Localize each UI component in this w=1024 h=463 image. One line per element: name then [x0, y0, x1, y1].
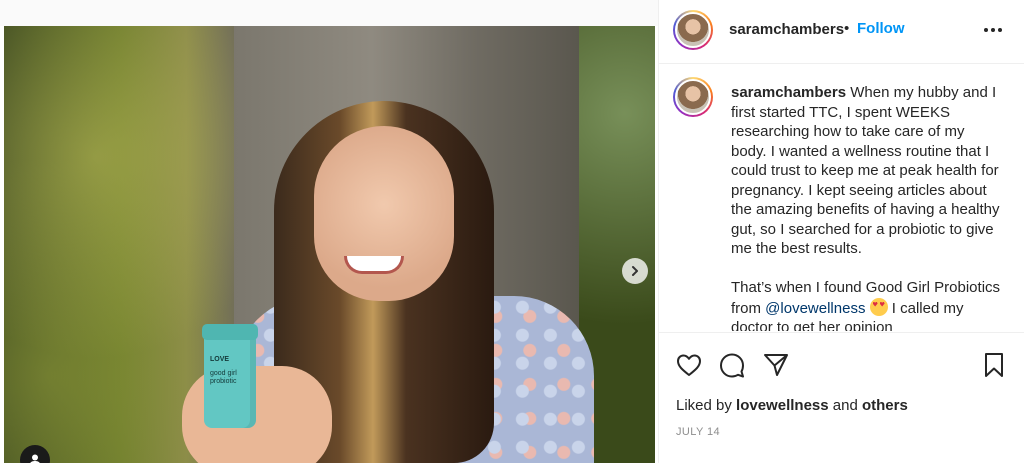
- liked-by-others-link[interactable]: others: [862, 397, 908, 414]
- post-actions: Liked by lovewellness and others JULY 14: [659, 332, 1024, 462]
- liked-by-text: Liked by lovewellness and others: [676, 397, 908, 414]
- comment-icon: [720, 353, 744, 378]
- bottle-cap: [202, 324, 258, 340]
- post-image[interactable]: LOVE good girl probiotic: [4, 26, 655, 463]
- bottle-product-line2: probiotic: [210, 378, 237, 385]
- share-icon: [764, 354, 788, 376]
- save-button[interactable]: [980, 351, 1008, 379]
- post-header: saramchambers • Follow: [659, 0, 1024, 64]
- bottle-product-line1: good girl: [210, 370, 237, 377]
- heart-eyes-emoji-icon: [869, 297, 888, 316]
- woman-smile: [344, 256, 404, 274]
- post-side-panel: saramchambers • Follow saramchambers Whe…: [658, 0, 1024, 463]
- heart-icon: [677, 354, 701, 376]
- comment-button[interactable]: [718, 351, 746, 379]
- share-button[interactable]: [762, 351, 790, 379]
- carousel-next-button[interactable]: [622, 258, 648, 284]
- header-separator: •: [844, 20, 850, 37]
- header-username[interactable]: saramchambers: [729, 21, 844, 38]
- woman-face: [314, 126, 454, 301]
- caption-text: saramchambers When my hubby and I first …: [731, 83, 1001, 331]
- user-tag-icon: [30, 454, 40, 463]
- bookmark-icon: [985, 353, 1003, 377]
- chevron-right-icon: [632, 266, 638, 276]
- caption-username[interactable]: saramchambers: [731, 84, 846, 101]
- probiotic-bottle: LOVE good girl probiotic: [202, 324, 258, 428]
- top-strip: [0, 0, 658, 26]
- caption-mention-link[interactable]: @lovewellness: [765, 300, 865, 317]
- follow-button[interactable]: Follow: [857, 20, 905, 37]
- more-horizontal-icon: [984, 28, 988, 32]
- caption-avatar[interactable]: [673, 77, 713, 117]
- avatar[interactable]: [673, 10, 713, 50]
- post-date[interactable]: JULY 14: [676, 426, 720, 438]
- bottle-brand: LOVE: [210, 356, 230, 363]
- caption-area: saramchambers When my hubby and I first …: [659, 65, 1024, 331]
- post-dialog: LOVE good girl probiotic saramchambers •…: [0, 0, 1024, 463]
- like-button[interactable]: [675, 351, 703, 379]
- caption-paragraph-1: When my hubby and I first started TTC, I…: [731, 84, 1000, 257]
- liked-by-user-link[interactable]: lovewellness: [736, 397, 829, 414]
- more-options-button[interactable]: [981, 20, 1005, 40]
